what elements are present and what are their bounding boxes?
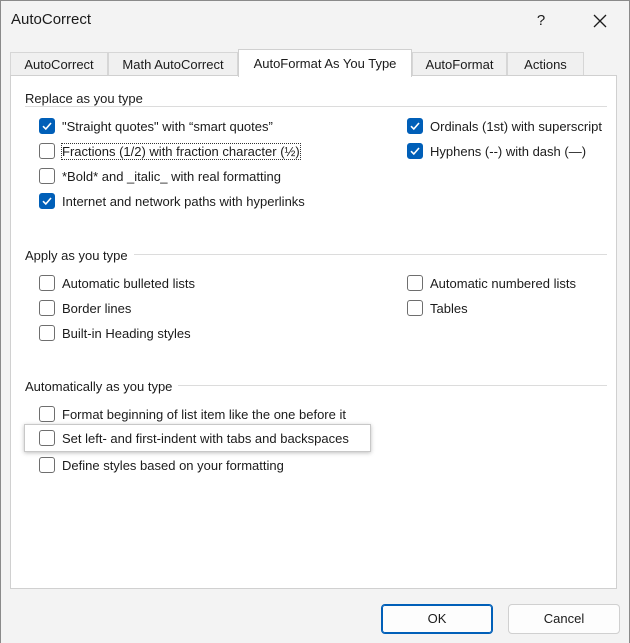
dialog-footer: OK Cancel	[1, 591, 629, 643]
checkmark-icon	[42, 122, 52, 131]
bulleted-lists-option[interactable]: Automatic bulleted lists	[39, 273, 195, 293]
checkmark-icon	[410, 147, 420, 156]
tab-autoformat-as-you-type[interactable]: AutoFormat As You Type	[238, 49, 412, 77]
format-list-item-option[interactable]: Format beginning of list item like the o…	[39, 404, 346, 424]
checkmark-icon	[410, 122, 420, 131]
hyphens-option[interactable]: Hyphens (--) with dash (—)	[407, 141, 586, 161]
help-button[interactable]: ?	[526, 7, 556, 35]
ordinals-option[interactable]: Ordinals (1st) with superscript	[407, 116, 602, 136]
hyperlinks-option[interactable]: Internet and network paths with hyperlin…	[39, 191, 305, 211]
checkbox[interactable]	[39, 118, 55, 134]
checkbox-label: *Bold* and _italic_ with real formatting	[62, 168, 281, 184]
define-styles-option[interactable]: Define styles based on your formatting	[39, 455, 284, 475]
checkbox-label: Ordinals (1st) with superscript	[430, 118, 602, 134]
checkbox[interactable]	[39, 168, 55, 184]
tab-autoformat[interactable]: AutoFormat	[412, 52, 507, 77]
checkbox[interactable]	[39, 325, 55, 341]
checkbox[interactable]	[39, 143, 55, 159]
checkbox-label: Built-in Heading styles	[62, 325, 191, 341]
checkbox[interactable]	[407, 275, 423, 291]
replace-group-divider	[25, 106, 607, 107]
checkbox[interactable]	[407, 118, 423, 134]
checkbox-label: Automatic bulleted lists	[62, 275, 195, 291]
indent-tabs-option[interactable]: Set left- and first-indent with tabs and…	[39, 428, 349, 448]
title-bar: AutoCorrect ?	[1, 1, 629, 41]
checkbox-label: Automatic numbered lists	[430, 275, 576, 291]
checkbox-label: Set left- and first-indent with tabs and…	[62, 430, 349, 446]
tab-math-autocorrect[interactable]: Math AutoCorrect	[108, 52, 238, 77]
fractions-option[interactable]: Fractions (1/2) with fraction character …	[39, 141, 301, 161]
checkbox[interactable]	[39, 457, 55, 473]
auto-group-title: Automatically as you type	[25, 379, 179, 394]
checkbox-label: Tables	[430, 300, 468, 316]
close-icon	[593, 14, 607, 28]
checkbox-label: "Straight quotes" with “smart quotes”	[62, 118, 273, 134]
ok-button[interactable]: OK	[381, 604, 493, 634]
close-button[interactable]	[585, 7, 615, 35]
checkbox-label: Internet and network paths with hyperlin…	[62, 193, 305, 209]
bold-italic-option[interactable]: *Bold* and _italic_ with real formatting	[39, 166, 281, 186]
checkmark-icon	[42, 197, 52, 206]
checkbox[interactable]	[407, 300, 423, 316]
checkbox[interactable]	[39, 406, 55, 422]
apply-group-title: Apply as you type	[25, 248, 134, 263]
tables-option[interactable]: Tables	[407, 298, 468, 318]
checkbox[interactable]	[39, 193, 55, 209]
checkbox[interactable]	[39, 430, 55, 446]
straight-quotes-option[interactable]: "Straight quotes" with “smart quotes”	[39, 116, 273, 136]
tab-panel: Replace as you type "Straight quotes" wi…	[10, 75, 617, 589]
checkbox[interactable]	[407, 143, 423, 159]
autocorrect-dialog: AutoCorrect ? AutoCorrect Math AutoCorre…	[0, 0, 630, 643]
numbered-lists-option[interactable]: Automatic numbered lists	[407, 273, 576, 293]
checkbox-label: Format beginning of list item like the o…	[62, 406, 346, 422]
checkbox-label: Hyphens (--) with dash (—)	[430, 143, 587, 159]
cancel-button[interactable]: Cancel	[508, 604, 620, 634]
checkbox-label: Border lines	[62, 300, 132, 316]
highlighted-option-frame: Set left- and first-indent with tabs and…	[24, 424, 371, 452]
tab-actions[interactable]: Actions	[507, 52, 584, 77]
tab-autocorrect[interactable]: AutoCorrect	[10, 52, 108, 77]
checkbox[interactable]	[39, 275, 55, 291]
replace-group-title: Replace as you type	[25, 91, 149, 106]
window-title: AutoCorrect	[11, 11, 92, 28]
border-lines-option[interactable]: Border lines	[39, 298, 131, 318]
checkbox-label: Fractions (1/2) with fraction character …	[61, 142, 301, 160]
checkbox-label: Define styles based on your formatting	[62, 457, 284, 473]
heading-styles-option[interactable]: Built-in Heading styles	[39, 323, 191, 343]
checkbox[interactable]	[39, 300, 55, 316]
